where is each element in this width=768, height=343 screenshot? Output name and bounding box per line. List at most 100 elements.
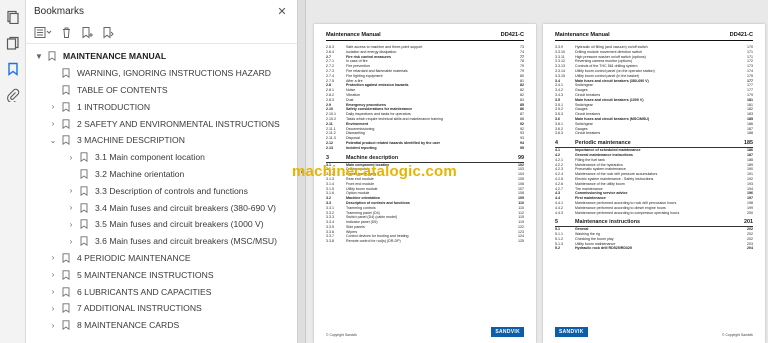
expand-chevron-icon[interactable]: › <box>48 253 58 262</box>
page-footer: © Copyright Sandvik SANDVIK <box>326 327 524 337</box>
bookmark-label: 2 SAFETY AND ENVIRONMENTAL INSTRUCTIONS <box>77 118 280 129</box>
expand-chevron-icon[interactable]: › <box>66 203 76 212</box>
bookmark-label: 7 ADDITIONAL INSTRUCTIONS <box>77 303 202 314</box>
toc-chapter[interactable]: 3 Machine description 99 <box>326 154 524 163</box>
page-left: Maintenance Manual DD421-C 2.6.3 Safe acc… <box>314 24 536 343</box>
bookmark-item[interactable]: › 2 SAFETY AND ENVIRONMENTAL INSTRUCTIONS <box>26 115 297 132</box>
toc-entry[interactable]: 2.13 Incident reporting 95 <box>326 146 524 151</box>
bookmark-item[interactable]: › 3.6 Main fuses and circuit breakers (MS… <box>26 233 297 250</box>
bookmark-label: WARNING, IGNORING INSTRUCTIONS HAZARD <box>77 68 271 79</box>
model-number: DD421-C <box>729 32 753 38</box>
bookmark-label: 3.3 Description of controls and function… <box>95 185 248 196</box>
bookmark-item[interactable]: › 3.4 Main fuses and circuit breakers (38… <box>26 199 297 216</box>
expand-chevron-icon[interactable]: › <box>48 321 58 330</box>
attachment-icon[interactable] <box>4 86 22 104</box>
bookmark-icon <box>60 302 72 314</box>
bookmark-item[interactable]: WARNING, IGNORING INSTRUCTIONS HAZARD <box>26 65 297 82</box>
bookmark-label: TABLE OF CONTENTS <box>77 84 168 95</box>
bookmark-label: 4 PERIODIC MAINTENANCE <box>77 252 191 263</box>
page-header: Maintenance Manual DD421-C <box>555 32 753 41</box>
toc-number: 5.2 <box>555 246 560 251</box>
expand-chevron-icon[interactable]: › <box>66 186 76 195</box>
bookmark-icon <box>60 118 72 130</box>
bookmark-panel-icon[interactable] <box>4 60 22 78</box>
chapter-page: 99 <box>518 154 524 161</box>
toc-page: 200 <box>747 210 753 215</box>
manual-title: Maintenance Manual <box>555 32 610 38</box>
toc-entry[interactable]: 5.2 Hydraulic rock drill RD525/RD325 204 <box>555 246 753 251</box>
bookmark-label: 3.4 Main fuses and circuit breakers (380… <box>95 202 277 213</box>
toc-page: 125 <box>518 239 524 244</box>
toc-entry[interactable]: 3.3.8 Remote control for rod(s) (DR-DP) 12… <box>326 239 524 244</box>
toc-chapter[interactable]: 5 Maintenance instructions 201 <box>555 218 753 228</box>
bookmark-item[interactable]: › 6 LUBRICANTS AND CAPACITIES <box>26 283 297 300</box>
toc-title: Incident reporting <box>346 145 377 150</box>
bookmark-item[interactable]: 3.2 Machine orientation <box>26 166 297 183</box>
bookmark-icon <box>78 235 90 247</box>
pdf-viewer: Bookmarks ✕ ▼ MAINTENANCE MANUAL WARNING, … <box>0 0 768 343</box>
bookmark-tree: ▼ MAINTENANCE MANUAL WARNING, IGNORING INS… <box>26 44 297 334</box>
toc-number: 4.4.3 <box>555 210 563 215</box>
bookmark-label: 8 MAINTENANCE CARDS <box>77 320 180 331</box>
bookmarks-panel: Bookmarks ✕ ▼ MAINTENANCE MANUAL WARNING, … <box>26 0 298 343</box>
bookmark-icon <box>60 101 72 113</box>
bookmark-item[interactable]: › 5 MAINTENANCE INSTRUCTIONS <box>26 266 297 283</box>
bookmark-icon <box>78 218 90 230</box>
page-thumbnails-icon[interactable] <box>4 8 22 26</box>
bookmark-item[interactable]: › 3.3 Description of controls and functio… <box>26 182 297 199</box>
toc-list: 3.3.9 Hydraulic oil filling (and vacuum) … <box>555 45 753 251</box>
bookmark-label: 3.6 Main fuses and circuit breakers (MSC… <box>95 236 277 247</box>
watermark-text: machinecatalogic.com <box>292 163 457 180</box>
copy-pages-icon[interactable] <box>4 34 22 52</box>
bookmark-item[interactable]: › 4 PERIODIC MAINTENANCE <box>26 250 297 267</box>
bookmarks-title: Bookmarks <box>34 5 85 17</box>
bookmark-icon <box>60 84 72 96</box>
page-footer: SANDVIK © Copyright Sandvik <box>555 327 753 337</box>
bookmark-item[interactable]: ⌄ 3 MACHINE DESCRIPTION <box>26 132 297 149</box>
toc-chapter[interactable]: 4 Periodic maintenance 185 <box>555 139 753 149</box>
bookmark-label: 1 INTRODUCTION <box>77 101 151 112</box>
bookmark-icon <box>60 67 72 79</box>
chapter-page: 185 <box>744 140 753 147</box>
expand-bookmark-icon[interactable] <box>102 25 115 41</box>
toc-number: 2.13 <box>326 145 333 150</box>
bookmark-item[interactable]: › 7 ADDITIONAL INSTRUCTIONS <box>26 300 297 317</box>
expand-chevron-icon[interactable]: › <box>48 119 58 128</box>
bookmark-label: 3.2 Machine orientation <box>95 168 185 179</box>
close-icon[interactable]: ✕ <box>275 5 289 18</box>
bookmark-label: 6 LUBRICANTS AND CAPACITIES <box>77 286 212 297</box>
bookmark-label: 5 MAINTENANCE INSTRUCTIONS <box>77 269 214 280</box>
expand-chevron-icon[interactable]: › <box>48 287 58 296</box>
expand-chevron-icon[interactable]: › <box>48 304 58 313</box>
bookmark-label: MAINTENANCE MANUAL <box>63 51 167 62</box>
options-menu-icon[interactable] <box>34 25 52 41</box>
bookmark-icon <box>60 319 72 331</box>
sandvik-logo: SANDVIK <box>491 327 524 337</box>
bookmark-item[interactable]: › 3.1 Main component location <box>26 149 297 166</box>
toc-page: 204 <box>747 246 753 251</box>
bookmark-item[interactable]: TABLE OF CONTENTS <box>26 82 297 99</box>
toc-entry[interactable]: 3.6.3 Circuit breakers 188 <box>555 131 753 136</box>
expand-chevron-icon[interactable]: › <box>66 220 76 229</box>
new-bookmark-icon[interactable] <box>81 25 94 41</box>
bookmark-icon <box>60 252 72 264</box>
expand-chevron-icon[interactable]: › <box>48 270 58 279</box>
bookmark-icon <box>78 168 90 180</box>
copyright-text: © Copyright Sandvik <box>326 333 357 337</box>
expand-chevron-icon[interactable]: ⌄ <box>48 136 58 145</box>
copyright-text: © Copyright Sandvik <box>722 333 753 337</box>
bookmark-item[interactable]: › 8 MAINTENANCE CARDS <box>26 317 297 334</box>
page-header: Maintenance Manual DD421-C <box>326 32 524 41</box>
bookmark-icon <box>78 185 90 197</box>
chapter-number: 3 <box>326 154 329 161</box>
toc-entry[interactable]: 4.4.3 Maintenance performed according to … <box>555 211 753 216</box>
expand-chevron-icon[interactable]: › <box>48 102 58 111</box>
expand-chevron-icon[interactable]: ▼ <box>34 52 44 61</box>
delete-bookmark-icon[interactable] <box>60 25 73 41</box>
expand-chevron-icon[interactable]: › <box>66 153 76 162</box>
bookmark-item[interactable]: ▼ MAINTENANCE MANUAL <box>26 48 297 65</box>
expand-chevron-icon[interactable]: › <box>66 237 76 246</box>
bookmark-item[interactable]: › 3.5 Main fuses and circuit breakers (10… <box>26 216 297 233</box>
page-right: Maintenance Manual DD421-C 3.3.9 Hydrauli… <box>543 24 765 343</box>
bookmark-item[interactable]: › 1 INTRODUCTION <box>26 98 297 115</box>
